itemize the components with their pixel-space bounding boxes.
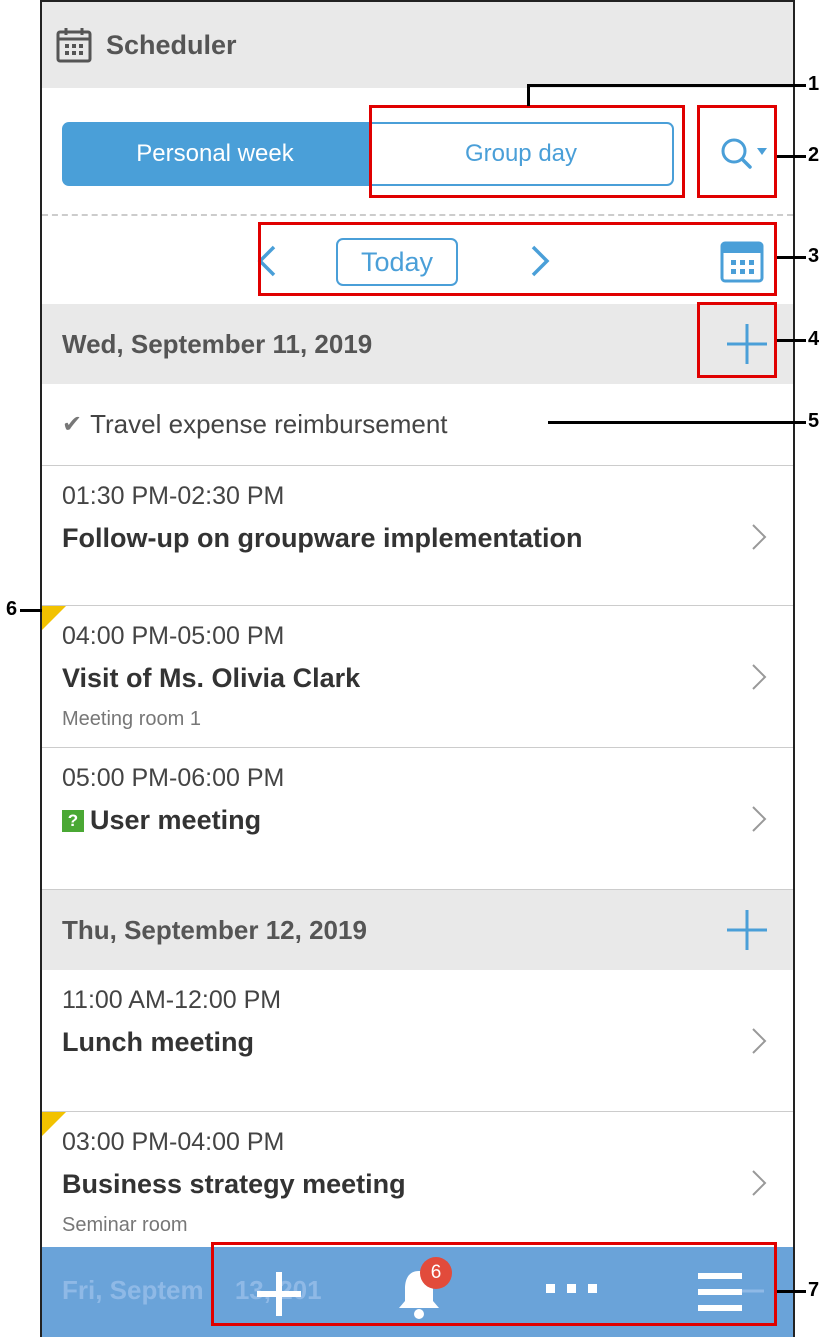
day-date: Thu, September 12, 2019 (62, 914, 367, 945)
event-title: Lunch meeting (62, 1027, 255, 1057)
event-title: User meeting (90, 805, 262, 835)
scheduler-screen: Scheduler Personal week Group day Today (40, 0, 795, 1337)
event-item[interactable]: 03:00 PM-04:00 PM Business strategy meet… (42, 1112, 793, 1254)
peek-date-start: Fri, Septem (62, 1275, 204, 1305)
app-header: Scheduler (42, 2, 793, 88)
tab-personal-week[interactable]: Personal week (62, 122, 368, 186)
callout-number-5: 5 (808, 410, 820, 432)
callout-number-6: 6 (6, 598, 18, 620)
event-time: 05:00 PM-06:00 PM (62, 764, 285, 792)
callout-box-4 (697, 302, 777, 378)
event-time: 04:00 PM-05:00 PM (62, 622, 285, 650)
callout-box-7 (211, 1242, 777, 1326)
app-title: Scheduler (106, 29, 237, 60)
chevron-right-icon (752, 524, 767, 550)
event-title: Follow-up on groupware implementation (62, 523, 583, 553)
callout-number-7: 7 (808, 1279, 820, 1301)
callout-line-3 (777, 256, 806, 259)
event-item[interactable]: 05:00 PM-06:00 PM ? User meeting (42, 748, 793, 890)
callout-box-1 (369, 105, 685, 198)
chevron-right-icon (752, 664, 767, 690)
event-title-row: ? User meeting (62, 805, 793, 836)
event-time: 01:30 PM-02:30 PM (62, 482, 285, 510)
callout-line-1 (527, 84, 806, 87)
event-time: 03:00 PM-04:00 PM (62, 1128, 285, 1156)
todo-item[interactable]: ✔ Travel expense reimbursement (42, 384, 793, 466)
event-item[interactable]: 01:30 PM-02:30 PM Follow-up on groupware… (42, 466, 793, 606)
callout-line-1 (527, 84, 530, 106)
callout-line-5 (548, 421, 806, 424)
chevron-right-icon (752, 1028, 767, 1054)
event-title: Visit of Ms. Olivia Clark (62, 663, 361, 693)
callout-line-6 (20, 609, 42, 612)
event-location: Meeting room 1 (62, 708, 201, 730)
todo-label: Travel expense reimbursement (90, 409, 448, 439)
day-header: Wed, September 11, 2019 (42, 304, 793, 384)
add-appointment-icon[interactable] (723, 906, 771, 954)
callout-number-2: 2 (808, 144, 820, 166)
callout-number-1: 1 (808, 73, 820, 95)
new-update-marker (42, 1112, 66, 1136)
event-item[interactable]: 11:00 AM-12:00 PM Lunch meeting (42, 970, 793, 1112)
event-time: 11:00 AM-12:00 PM (62, 986, 282, 1014)
event-title: Business strategy meeting (62, 1169, 406, 1199)
new-update-marker (42, 606, 66, 630)
checkmark-icon: ✔ (62, 411, 83, 438)
callout-number-4: 4 (808, 328, 820, 350)
callout-line-4 (777, 339, 806, 342)
calendar-icon (56, 28, 92, 63)
day-date: Wed, September 11, 2019 (62, 328, 373, 359)
callout-box-3 (258, 222, 777, 296)
callout-box-2 (697, 105, 777, 198)
chevron-right-icon (752, 1170, 767, 1196)
callout-number-3: 3 (808, 245, 820, 267)
divider (42, 214, 793, 216)
tentative-icon: ? (62, 809, 84, 832)
callout-line-7 (777, 1290, 806, 1293)
event-item[interactable]: 04:00 PM-05:00 PM Visit of Ms. Olivia Cl… (42, 606, 793, 748)
event-location: Seminar room (62, 1214, 188, 1236)
callout-line-2 (777, 155, 806, 158)
day-header: Thu, September 12, 2019 (42, 890, 793, 970)
chevron-right-icon (752, 806, 767, 832)
